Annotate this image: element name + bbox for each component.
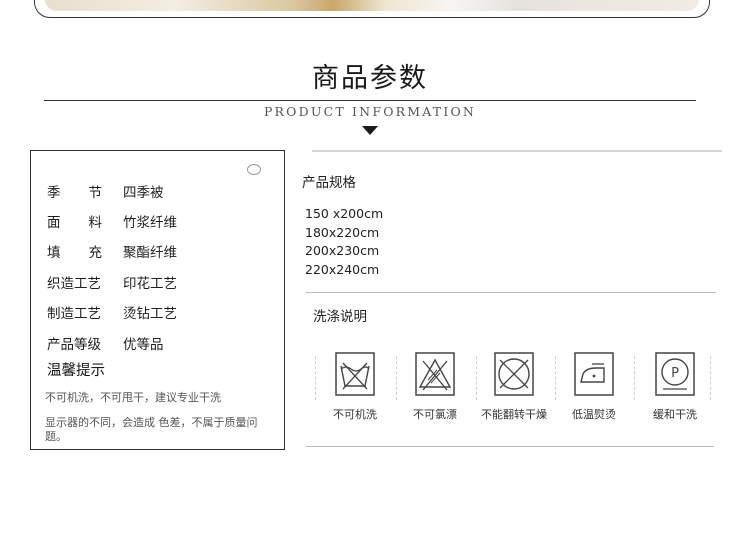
- care-label: 缓和干洗: [653, 408, 697, 421]
- tips-line-1: 不可机洗，不可甩干，建议专业干洗: [45, 391, 221, 404]
- icon-separator: [555, 356, 556, 400]
- gentle-dry-clean-icon: P: [655, 352, 695, 396]
- no-bleach-icon: [415, 352, 455, 396]
- care-item-no-tumble-dry: 不能翻转干燥: [479, 352, 549, 422]
- icon-separator: [396, 356, 397, 400]
- spec-value: 聚酯纤维: [123, 245, 177, 261]
- size-item: 150 x200cm: [305, 206, 384, 221]
- size-item: 200x230cm: [305, 243, 380, 258]
- spec-key: 面料: [47, 215, 130, 231]
- size-list: 150 x200cm 180x220cm 200x230cm 220x240cm: [305, 205, 383, 279]
- page-title: 商品参数: [312, 63, 428, 94]
- spec-tag-card: 季节 四季被 面料 竹浆纤维 填充 聚酯纤维 织造工艺 印花工艺 制造工艺 烫钻…: [30, 150, 285, 450]
- size-item: 180x220cm: [305, 224, 380, 240]
- down-triangle-icon: [362, 126, 378, 135]
- svg-text:P: P: [671, 366, 679, 381]
- no-tumble-dry-icon: [494, 352, 534, 396]
- care-label: 不可机洗: [333, 408, 377, 421]
- section-top-divider: [312, 150, 722, 152]
- size-section-label: 产品规格: [302, 175, 356, 191]
- spec-value: 竹浆纤维: [123, 215, 177, 231]
- care-item-no-machine-wash: 不可机洗: [320, 352, 390, 422]
- spec-key: 产品等级: [47, 337, 101, 353]
- tips-heading: 温馨提示: [47, 363, 105, 379]
- spec-value: 印花工艺: [123, 276, 177, 292]
- care-label: 低温熨烫: [572, 408, 616, 421]
- wash-section-label: 洗涤说明: [313, 309, 367, 325]
- spec-value: 烫钻工艺: [123, 306, 177, 322]
- care-item-low-iron: 低温熨烫: [559, 352, 629, 422]
- tag-hole-icon: [247, 164, 261, 175]
- size-divider: [306, 292, 716, 293]
- spec-key: 填充: [47, 245, 130, 261]
- icon-separator: [476, 356, 477, 400]
- product-photo-frame: [34, 0, 710, 18]
- spec-value: 优等品: [123, 337, 164, 353]
- care-item-gentle-dry-clean: P 缓和干洗: [640, 352, 710, 422]
- care-item-no-bleach: 不可氯漂: [400, 352, 470, 422]
- low-iron-icon: [574, 352, 614, 396]
- no-machine-wash-icon: [335, 352, 375, 396]
- product-photo: [45, 0, 699, 11]
- icon-separator: [315, 356, 316, 400]
- care-label: 不能翻转干燥: [481, 408, 547, 421]
- spec-key: 季节: [47, 185, 130, 201]
- icon-separator: [710, 356, 711, 400]
- icon-separator: [634, 356, 635, 400]
- page-subtitle: PRODUCT INFORMATION: [263, 104, 477, 119]
- spec-value: 四季被: [123, 185, 164, 201]
- spec-key: 织造工艺: [47, 276, 101, 292]
- care-label: 不可氯漂: [413, 408, 457, 421]
- title-divider: [44, 100, 696, 101]
- size-item: 220x240cm: [305, 261, 380, 277]
- tips-line-2: 显示器的不同，会造成 色差，不属于质量问题。: [45, 416, 258, 443]
- spec-key: 制造工艺: [47, 306, 101, 322]
- wash-divider: [306, 446, 714, 447]
